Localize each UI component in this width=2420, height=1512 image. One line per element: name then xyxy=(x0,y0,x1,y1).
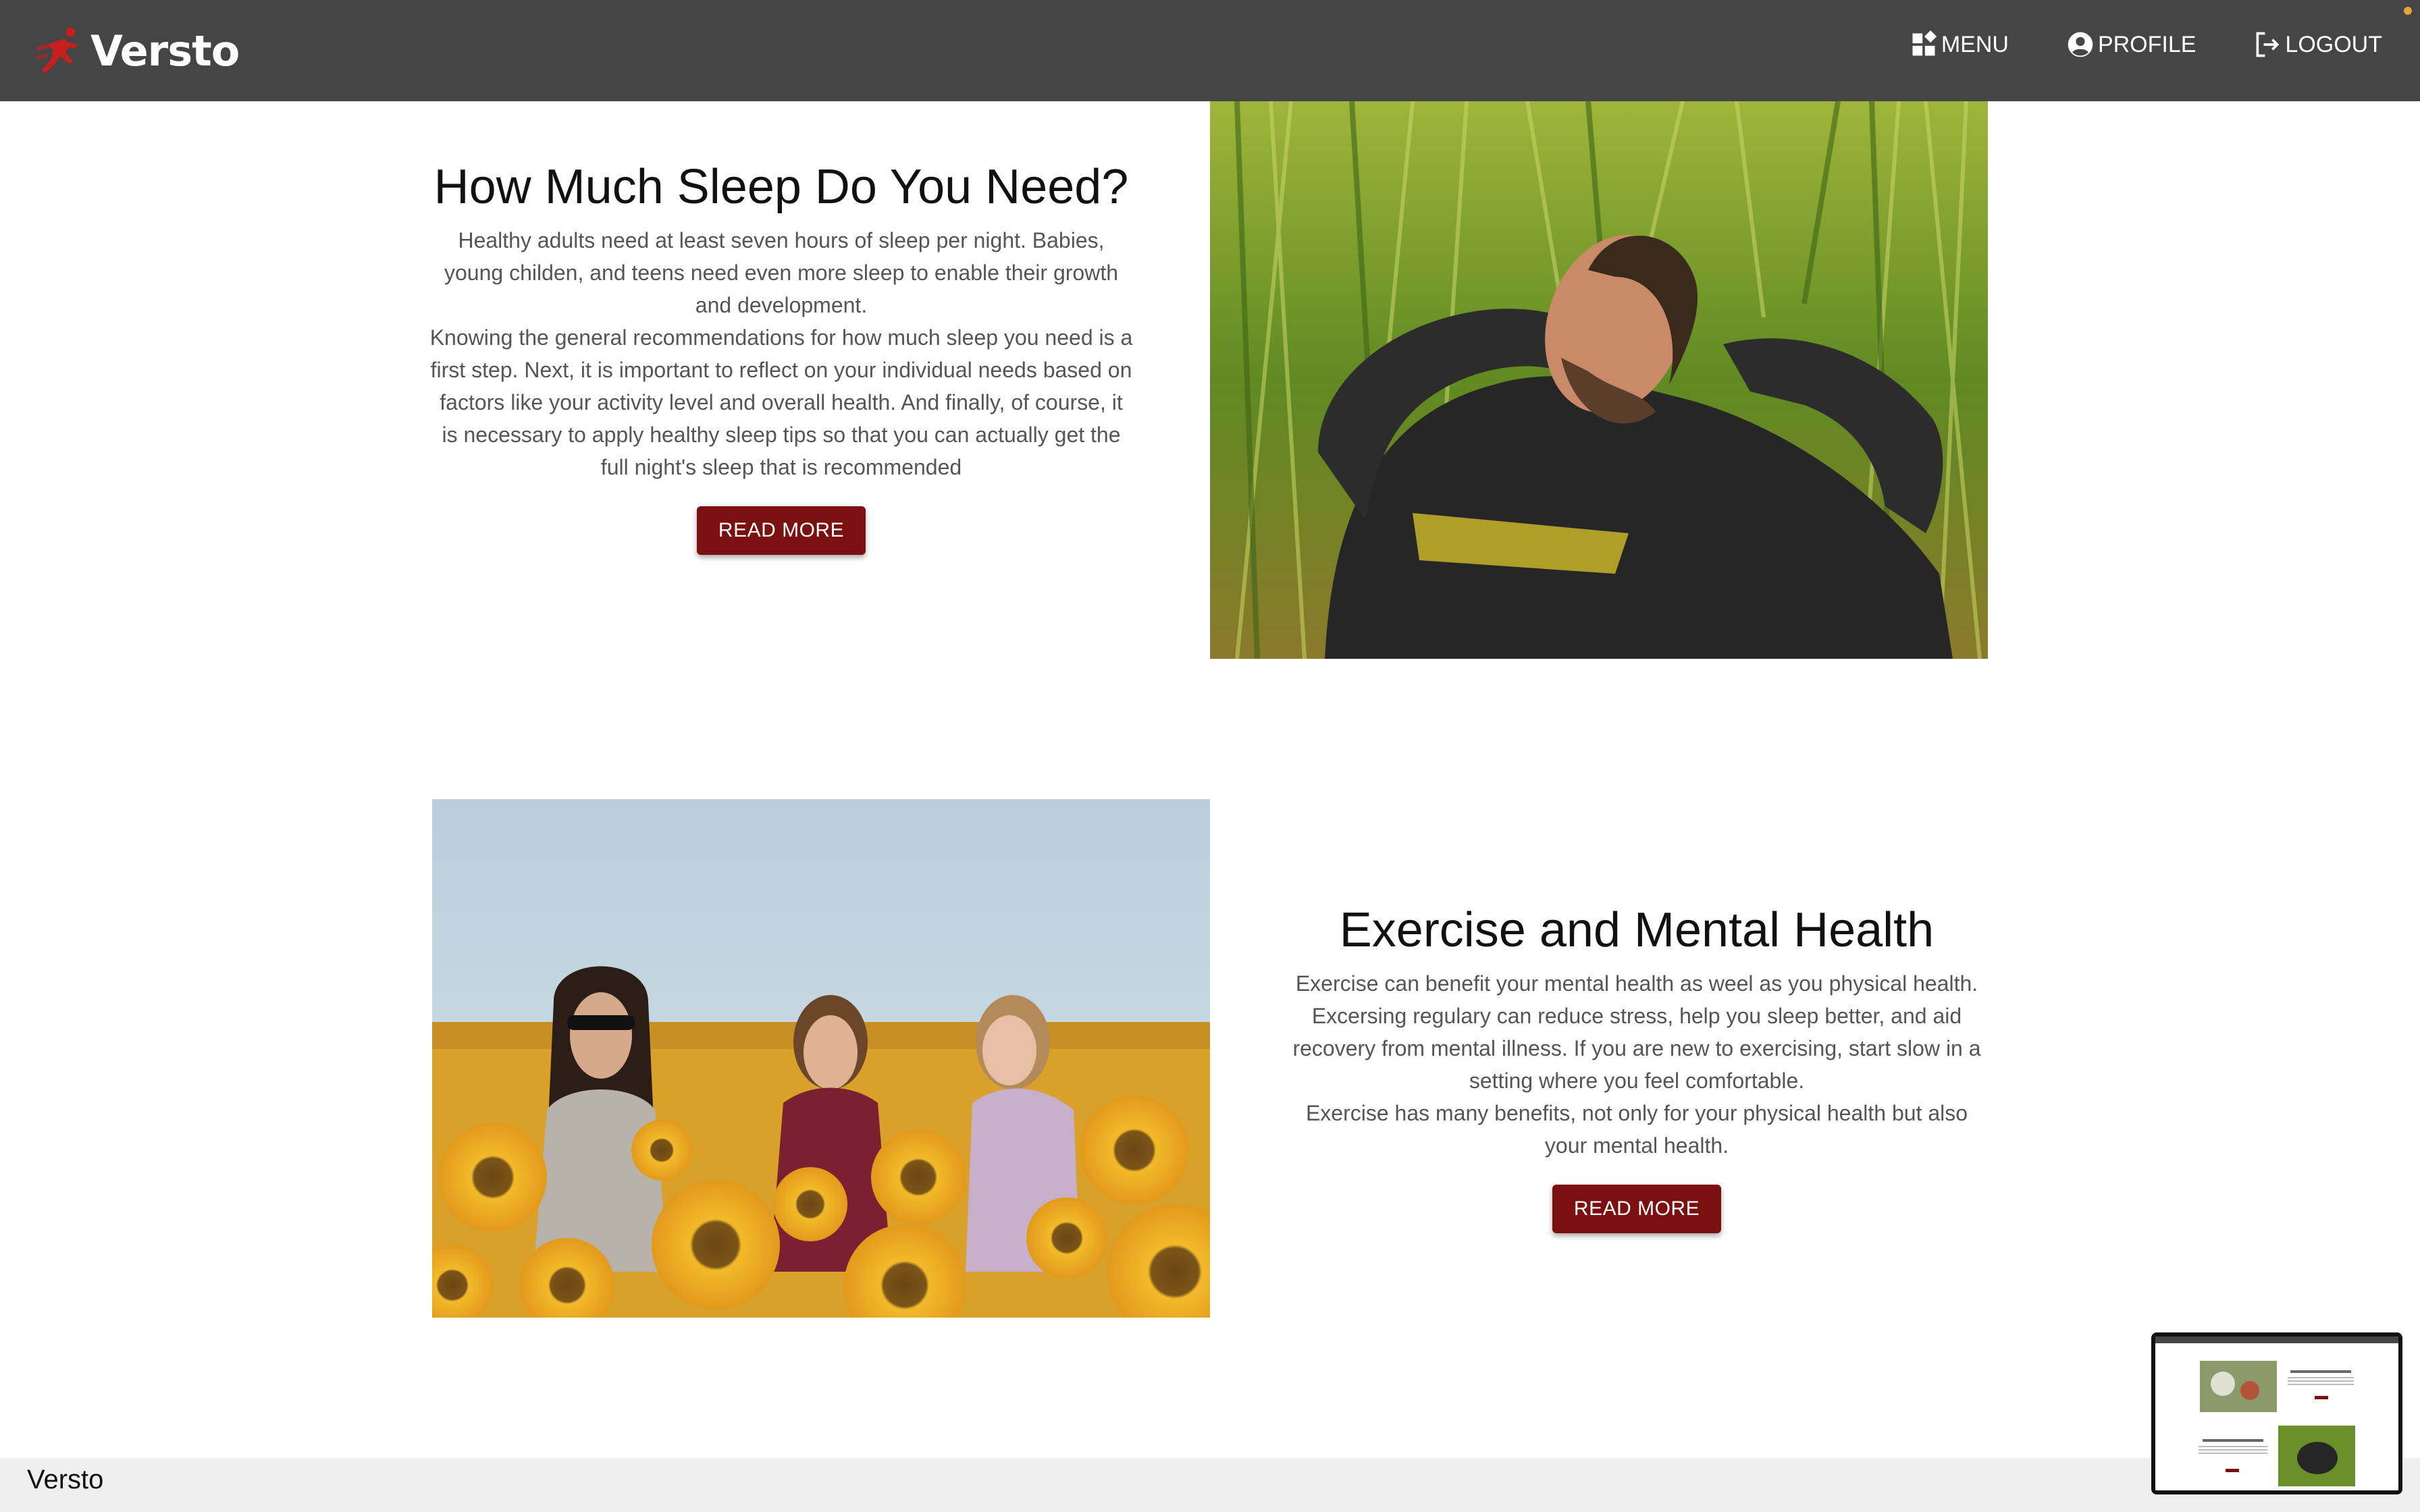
profile-label: PROFILE xyxy=(2097,31,2197,57)
exercise-read-more-button[interactable]: READ MORE xyxy=(1552,1185,1722,1234)
exercise-title: Exercise and Mental Health xyxy=(1339,903,1935,957)
menu-grid-icon xyxy=(1912,30,1937,56)
sleep-title: How Much Sleep Do You Need? xyxy=(433,160,1129,214)
exercise-paragraph-2: Exercise has many benefits, not only for… xyxy=(1305,1101,1968,1158)
menu-link[interactable]: MENU xyxy=(1909,30,2009,59)
notification-dot xyxy=(2404,7,2412,15)
sleep-paragraph-1: Healthy adults need at least seven hours… xyxy=(444,228,1118,318)
logout-link[interactable]: LOGOUT xyxy=(2253,30,2382,59)
top-navbar: Versto MENU PROFILE LOGOUT xyxy=(0,0,2420,101)
main-nav: MENU PROFILE LOGOUT xyxy=(1852,30,2382,59)
runner-logo-icon xyxy=(34,27,78,74)
exercise-body: Exercise can benefit your mental health … xyxy=(1286,967,1988,1162)
sleep-article: How Much Sleep Do You Need? Healthy adul… xyxy=(429,158,1133,556)
sleep-read-more-button[interactable]: READ MORE xyxy=(696,506,866,556)
exercise-paragraph-1: Exercise can benefit your mental health … xyxy=(1292,971,1981,1094)
brand-name: Versto xyxy=(90,26,240,76)
sunflower-field-photo xyxy=(432,799,1210,1318)
footer: Versto xyxy=(0,1458,2420,1512)
page-preview-thumbnail[interactable] xyxy=(2151,1332,2402,1494)
sleep-paragraph-2: Knowing the general recommendations for … xyxy=(429,325,1133,480)
brand[interactable]: Versto xyxy=(34,20,240,81)
logout-label: LOGOUT xyxy=(2285,31,2382,57)
menu-label: MENU xyxy=(1941,31,2009,57)
user-circle-icon xyxy=(2068,32,2093,57)
sleeping-man-photo xyxy=(1210,101,1988,659)
page-preview-image xyxy=(2155,1336,2398,1490)
footer-brand: Versto xyxy=(27,1465,104,1494)
sleep-body: Healthy adults need at least seven hours… xyxy=(429,224,1133,483)
exercise-article: Exercise and Mental Health Exercise can … xyxy=(1286,901,1988,1234)
profile-link[interactable]: PROFILE xyxy=(2066,30,2196,59)
logout-icon xyxy=(2256,32,2280,57)
